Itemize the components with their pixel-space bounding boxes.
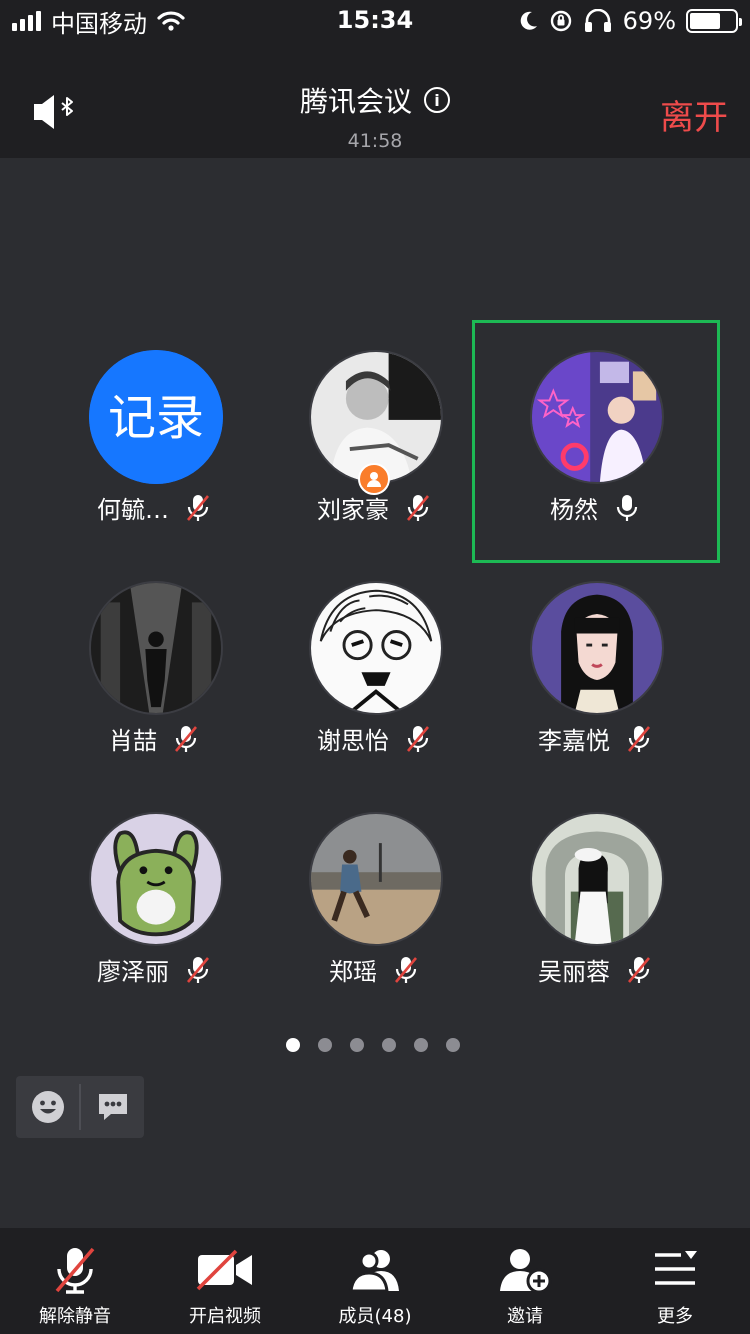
- mic-muted-icon: [407, 494, 429, 521]
- emoji-icon: [31, 1091, 64, 1123]
- reaction-chat-bar: [16, 1076, 144, 1138]
- meeting-title-text: 腾讯会议: [299, 85, 412, 118]
- participant-name: 刘家豪: [317, 496, 389, 524]
- participant-tile[interactable]: 肖喆: [44, 553, 264, 773]
- avatar: [89, 581, 223, 715]
- participant-name: 肖喆: [109, 727, 157, 755]
- participant-name-row: 刘家豪: [264, 490, 484, 525]
- avatar: [530, 581, 664, 715]
- battery-icon: [686, 9, 742, 33]
- title-block: 腾讯会议 i 41:58: [0, 80, 750, 152]
- invite-button[interactable]: 邀请: [450, 1228, 600, 1334]
- members-label: 成员(48): [338, 1306, 412, 1327]
- page-dot[interactable]: [318, 1038, 332, 1052]
- status-bar: 中国移动 15:34 69%: [0, 0, 750, 42]
- page-dot[interactable]: [382, 1038, 396, 1052]
- page-dot[interactable]: [414, 1038, 428, 1052]
- chat-icon: [98, 1094, 127, 1120]
- avatar: 记录: [89, 350, 223, 484]
- participant-tile[interactable]: 谢思怡: [264, 553, 484, 773]
- participant-name-row: 谢思怡: [264, 721, 484, 756]
- meeting-header: 腾讯会议 i 41:58 离开: [0, 42, 750, 158]
- participant-name: 李嘉悦: [538, 727, 610, 755]
- participant-name-row: 郑瑶: [264, 952, 484, 987]
- page-dot[interactable]: [350, 1038, 364, 1052]
- mic-icon: [616, 494, 638, 521]
- participant-tile[interactable]: 刘家豪: [264, 322, 484, 542]
- participant-name-row: 何毓…: [44, 490, 264, 525]
- status-right: 69%: [519, 6, 742, 36]
- start-video-label: 开启视频: [189, 1306, 261, 1327]
- avatar: [530, 350, 664, 484]
- unmute-label: 解除静音: [39, 1306, 111, 1327]
- add-user-icon: [500, 1249, 552, 1293]
- emoji-button[interactable]: [16, 1076, 79, 1138]
- members-button[interactable]: 成员(48): [300, 1228, 450, 1334]
- more-menu-icon: [655, 1251, 697, 1285]
- mic-muted-icon: [55, 1247, 95, 1294]
- participant-name-row: 肖喆: [44, 721, 264, 756]
- unmute-button[interactable]: 解除静音: [0, 1228, 150, 1334]
- mic-muted-icon: [628, 725, 650, 752]
- participant-name: 何毓…: [97, 496, 169, 524]
- page-indicator[interactable]: [286, 1038, 460, 1052]
- participant-name: 郑瑶: [329, 958, 377, 986]
- avatar: [89, 812, 223, 946]
- participant-name-row: 吴丽蓉: [485, 952, 705, 987]
- members-icon: [349, 1250, 399, 1293]
- mic-muted-icon: [407, 725, 429, 752]
- participant-name-row: 廖泽丽: [44, 952, 264, 987]
- info-icon[interactable]: i: [424, 87, 450, 113]
- participant-name: 谢思怡: [317, 727, 389, 755]
- participant-tile[interactable]: 廖泽丽: [44, 784, 264, 1004]
- more-label: 更多: [657, 1306, 693, 1327]
- mic-muted-icon: [628, 956, 650, 983]
- participant-tile[interactable]: 杨然: [485, 322, 705, 542]
- avatar: [309, 812, 443, 946]
- meeting-toolbar: 解除静音 开启视频 成员(48) 邀请 更多: [0, 1228, 750, 1334]
- video-off-icon: [196, 1249, 252, 1291]
- participant-name: 廖泽丽: [97, 958, 169, 986]
- battery-percent: 69%: [622, 7, 676, 35]
- host-badge-icon: [358, 463, 390, 495]
- avatar: [530, 812, 664, 946]
- rotation-lock-icon: [550, 10, 571, 32]
- headphones-icon: [584, 9, 611, 32]
- more-button[interactable]: 更多: [600, 1228, 750, 1334]
- chat-button[interactable]: [81, 1076, 144, 1138]
- mic-muted-icon: [187, 494, 209, 521]
- participant-name: 吴丽蓉: [538, 958, 610, 986]
- invite-label: 邀请: [507, 1306, 543, 1327]
- participant-name-row: 杨然: [485, 490, 705, 525]
- avatar: [309, 581, 443, 715]
- mic-muted-icon: [187, 956, 209, 983]
- page-dot[interactable]: [446, 1038, 460, 1052]
- participant-tile[interactable]: 李嘉悦: [485, 553, 705, 773]
- moon-icon: [520, 11, 537, 30]
- participant-tile[interactable]: 吴丽蓉: [485, 784, 705, 1004]
- participant-tile[interactable]: 记录 何毓…: [44, 322, 264, 542]
- avatar-text: 记录: [108, 390, 204, 446]
- meeting-title[interactable]: 腾讯会议 i: [300, 80, 450, 120]
- mic-muted-icon: [175, 725, 197, 752]
- page-dot[interactable]: [286, 1038, 300, 1052]
- start-video-button[interactable]: 开启视频: [150, 1228, 300, 1334]
- participant-name-row: 李嘉悦: [485, 721, 705, 756]
- leave-button[interactable]: 离开: [660, 90, 728, 139]
- participant-tile[interactable]: 郑瑶: [264, 784, 484, 1004]
- meeting-duration: 41:58: [347, 130, 403, 152]
- mic-muted-icon: [395, 956, 417, 983]
- participant-name: 杨然: [550, 496, 598, 524]
